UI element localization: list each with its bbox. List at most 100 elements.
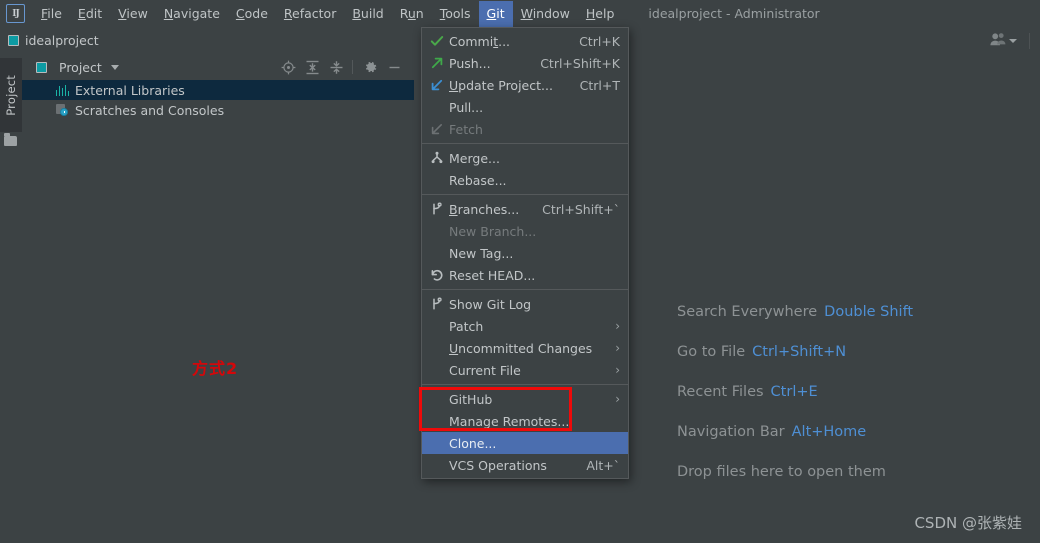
git-menu-item-branches[interactable]: Branches... Ctrl+Shift+` (422, 198, 628, 220)
git-menu-item-uncommitted-changes[interactable]: Uncommitted Changes › (422, 337, 628, 359)
toolbar-divider (1029, 32, 1030, 49)
git-menu-item-label: Update Project... (449, 77, 553, 93)
git-menu-item-label: Clone... (449, 435, 497, 451)
settings-gear-icon[interactable] (358, 55, 382, 79)
chevron-right-icon: › (615, 319, 620, 333)
left-tool-strip: Project (0, 54, 23, 543)
git-menu-item-rebase[interactable]: Rebase... (422, 169, 628, 191)
git-menu-item-manage-remotes[interactable]: Manage Remotes... (422, 410, 628, 432)
git-menu-item-vcs-operations[interactable]: VCS Operations Alt+` (422, 454, 628, 476)
menu-separator (422, 194, 628, 195)
git-menu-item-new-tag[interactable]: New Tag... (422, 242, 628, 264)
menu-bar-item-view[interactable]: View (110, 1, 156, 27)
editor-hint-label: Navigation Bar (677, 424, 785, 440)
git-menu-item-clone[interactable]: Clone... (422, 432, 628, 454)
git-menu-item-show-git-log[interactable]: Show Git Log (422, 293, 628, 315)
git-menu-item-label: Commit... (449, 33, 511, 49)
collapse-all-icon[interactable] (324, 55, 348, 79)
chevron-down-icon[interactable] (1009, 38, 1017, 43)
module-icon (8, 35, 19, 46)
git-menu-item-shortcut: Ctrl+Shift+` (542, 201, 620, 217)
project-icon (36, 61, 47, 73)
toolbar-divider (352, 60, 354, 74)
git-menu-item-pull[interactable]: Pull... (422, 96, 628, 118)
editor-hint-row: Drop files here to open them (677, 464, 913, 480)
editor-hint-label: Go to File (677, 344, 746, 360)
project-panel-header: Project (22, 54, 414, 80)
people-icon[interactable] (990, 32, 1006, 49)
tree-node[interactable]: External Libraries (22, 80, 414, 100)
git-menu-item-shortcut: Alt+` (586, 457, 620, 473)
folder-icon[interactable] (4, 133, 17, 146)
branch-icon (427, 297, 447, 311)
editor-hint-row: Go to File Ctrl+Shift+N (677, 344, 913, 360)
git-menu-item-patch[interactable]: Patch › (422, 315, 628, 337)
project-view-selector[interactable]: Project (36, 60, 119, 75)
menu-bar-item-build[interactable]: Build (344, 1, 391, 27)
chevron-down-icon[interactable] (110, 64, 119, 70)
menu-bar-item-help[interactable]: Help (578, 1, 623, 27)
editor-hint-shortcut: Alt+Home (791, 424, 867, 440)
menu-bar-item-run[interactable]: Run (392, 1, 432, 27)
project-tool-window: Project External Libraries Scratches and… (22, 54, 415, 543)
editor-hint-row: Recent Files Ctrl+E (677, 384, 913, 400)
menu-separator (422, 143, 628, 144)
tree-node[interactable]: Scratches and Consoles (22, 100, 414, 120)
git-menu-item-label: VCS Operations (449, 457, 547, 473)
editor-hint-shortcut: Ctrl+E (770, 384, 818, 400)
git-menu-item-current-file[interactable]: Current File › (422, 359, 628, 381)
merge-branch-icon (427, 151, 447, 165)
chevron-right-icon: › (615, 341, 620, 355)
git-menu-item-update-project[interactable]: Update Project... Ctrl+T (422, 74, 628, 96)
git-menu-item-github[interactable]: GitHub › (422, 388, 628, 410)
menu-bar-item-code[interactable]: Code (228, 1, 276, 27)
arrow-down-left-blue-icon (427, 78, 447, 92)
menu-bar-item-window[interactable]: Window (513, 1, 578, 27)
git-menu-item-reset-head[interactable]: Reset HEAD... (422, 264, 628, 286)
chevron-right-icon: › (615, 363, 620, 377)
editor-hint-row: Navigation Bar Alt+Home (677, 424, 913, 440)
git-menu-item-label: Push... (449, 55, 491, 71)
menu-bar-item-tools[interactable]: Tools (432, 1, 479, 27)
project-panel-title: Project (59, 59, 102, 75)
locate-target-icon[interactable] (276, 55, 300, 79)
project-panel-toolbar (276, 54, 406, 80)
git-menu-item-merge[interactable]: Merge... (422, 147, 628, 169)
menu-bar-items: File Edit View Navigate Code Refactor Build Run… (33, 0, 623, 27)
git-menu-item-push[interactable]: Push... Ctrl+Shift+K (422, 52, 628, 74)
menu-bar-item-git[interactable]: Git (478, 0, 513, 27)
menu-separator (422, 289, 628, 290)
git-dropdown-menu: Commit... Ctrl+K Push... Ctrl+Shift+K Update… (421, 27, 629, 479)
editor-hint-label: Recent Files (677, 384, 764, 400)
menu-bar-item-edit[interactable]: Edit (70, 1, 110, 27)
editor-hint-label: Drop files here to open them (677, 464, 886, 480)
tree-node-label: External Libraries (75, 82, 185, 98)
window-title: idealproject - Administrator (648, 6, 820, 21)
menu-bar: IJ File Edit View Navigate Code Refactor Build… (0, 0, 1040, 27)
minimize-icon[interactable] (382, 55, 406, 79)
git-menu-item-label: Show Git Log (449, 296, 532, 312)
menu-separator (422, 384, 628, 385)
menu-bar-item-navigate[interactable]: Navigate (156, 1, 228, 27)
git-menu-item-label: Uncommitted Changes (449, 340, 593, 356)
tool-window-label-project: Project (4, 74, 18, 116)
check-green-icon (427, 34, 447, 48)
menu-bar-item-file[interactable]: File (33, 1, 70, 27)
git-menu-item-label: Current File (449, 362, 521, 378)
git-menu-item-shortcut: Ctrl+T (579, 77, 620, 93)
branch-icon (427, 202, 447, 216)
git-menu-item-new-branch: New Branch... (422, 220, 628, 242)
menu-bar-item-refactor[interactable]: Refactor (276, 1, 344, 27)
tool-window-button-project[interactable]: Project (0, 58, 22, 132)
editor-hint-row: Search Everywhere Double Shift (677, 304, 913, 320)
git-menu-item-commit[interactable]: Commit... Ctrl+K (422, 30, 628, 52)
git-menu-item-label: Patch (449, 318, 484, 334)
git-menu-item-fetch: Fetch (422, 118, 628, 140)
breadcrumb[interactable]: idealproject (8, 33, 99, 48)
expand-all-icon[interactable] (300, 55, 324, 79)
logo-text: IJ (12, 8, 20, 19)
git-menu-item-label: Pull... (449, 99, 484, 115)
arrow-down-left-gray-icon (427, 122, 447, 136)
library-bars-icon (56, 84, 70, 96)
annotation-chinese-note: 方式2 (192, 359, 239, 378)
